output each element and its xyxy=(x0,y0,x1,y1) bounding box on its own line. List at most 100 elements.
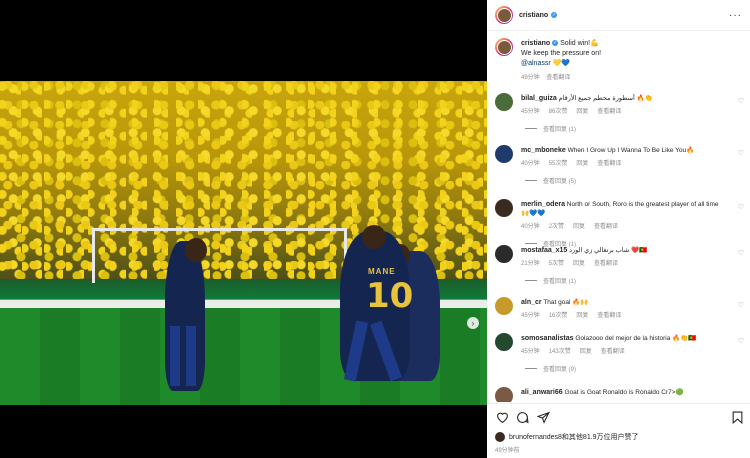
comment-like-heart-icon[interactable]: ♡ xyxy=(738,149,744,157)
comment-like-heart-icon[interactable]: ♡ xyxy=(738,203,744,211)
caption-translate-link[interactable]: 查看翻译 xyxy=(546,75,570,81)
like-button[interactable] xyxy=(495,410,509,424)
comment-meta: 45分钟 86次赞 回复 查看翻译 xyxy=(521,106,621,115)
commenter-avatar[interactable] xyxy=(495,199,513,217)
comment-likes[interactable]: 5次赞 xyxy=(549,258,564,267)
commenter-avatar[interactable] xyxy=(495,387,513,402)
comment-like-heart-icon[interactable]: ♡ xyxy=(738,249,744,257)
comment-meta: 21分钟 5次赞 回复 查看翻译 xyxy=(521,258,618,267)
goal-frame xyxy=(92,228,347,283)
comments-list[interactable]: cristiano ✓ Solid win!💪 We keep the pres… xyxy=(487,31,750,402)
caption-emoji: 💛💙 xyxy=(552,60,571,67)
reply-button[interactable]: 回复 xyxy=(580,346,592,355)
comment-likes[interactable]: 2次赞 xyxy=(549,221,564,230)
comment-meta: 45分钟 143次赞 回复 查看翻译 xyxy=(521,346,625,355)
comment-time: 45分钟 xyxy=(521,349,540,355)
translate-link[interactable]: 查看翻译 xyxy=(597,310,621,319)
commenter-avatar[interactable] xyxy=(495,145,513,163)
comment-time: 45分钟 xyxy=(521,313,540,319)
reply-button[interactable]: 回复 xyxy=(573,258,585,267)
view-replies-label: 查看回复 (9) xyxy=(543,367,577,373)
view-replies-button[interactable]: 查看回复 (1) xyxy=(525,124,576,133)
comment-text: شاب برتغالي زي الورد ❤️🇵🇹 xyxy=(569,247,648,254)
comments-panel: cristiano ✓ ··· cristiano ✓ Solid win!💪 … xyxy=(487,0,750,458)
chevron-right-icon: › xyxy=(471,318,475,328)
commenter-username[interactable]: merlin_odera xyxy=(521,201,565,208)
comment-meta: 40分钟 55次赞 回复 查看翻译 xyxy=(521,158,621,167)
post-media[interactable]: MANE 10 › xyxy=(0,81,487,405)
heart-icon xyxy=(496,412,508,423)
comment-likes[interactable]: 86次赞 xyxy=(549,106,568,115)
player-leg xyxy=(186,326,196,386)
translate-link[interactable]: 查看翻译 xyxy=(594,221,618,230)
commenter-username[interactable]: somosanalistas xyxy=(521,335,574,342)
translate-link[interactable]: 查看翻译 xyxy=(601,346,625,355)
bookmark-icon xyxy=(732,411,742,424)
reply-button[interactable]: 回复 xyxy=(573,221,585,230)
comment-like-heart-icon[interactable]: ♡ xyxy=(738,337,744,345)
translate-link[interactable]: 查看翻译 xyxy=(597,106,621,115)
translate-link[interactable]: 查看翻译 xyxy=(594,258,618,267)
jersey-number: 10 xyxy=(366,276,414,316)
comment-button[interactable] xyxy=(515,410,529,424)
post-header: cristiano ✓ ··· xyxy=(487,0,750,31)
posted-time: 49分钟前 xyxy=(495,448,520,454)
view-replies-label: 查看回复 (5) xyxy=(543,179,577,185)
reply-button[interactable]: 回复 xyxy=(576,310,588,319)
verified-icon: ✓ xyxy=(551,12,558,18)
view-replies-button[interactable]: 查看回复 (1) xyxy=(525,276,576,285)
comment-body: mc_mboneke When I Grow Up I Wanna To Be … xyxy=(521,146,726,155)
caption-username[interactable]: cristiano xyxy=(521,40,550,47)
reply-button[interactable]: 回复 xyxy=(576,158,588,167)
comment-like-heart-icon[interactable]: ♡ xyxy=(738,97,744,105)
player-leg xyxy=(170,326,180,386)
caption-avatar[interactable] xyxy=(495,38,513,56)
comment-likes[interactable]: 55次赞 xyxy=(549,158,568,167)
view-replies-button[interactable]: 查看回复 (9) xyxy=(525,364,576,373)
translate-link[interactable]: 查看翻译 xyxy=(597,158,621,167)
caption-mention-link[interactable]: @alnassr xyxy=(521,60,551,67)
comment-body: merlin_odera North or South, Roro is the… xyxy=(521,200,726,218)
comment-likes[interactable]: 143次赞 xyxy=(549,346,571,355)
comment-meta: 40分钟 2次赞 回复 查看翻译 xyxy=(521,221,618,230)
likes-summary[interactable]: brunofernandes8和其他81.9万位用户赞了 xyxy=(495,432,639,442)
commenter-avatar[interactable] xyxy=(495,333,513,351)
comment-meta: 45分钟 16次赞 回复 查看翻译 xyxy=(521,310,621,319)
replies-divider xyxy=(525,243,537,244)
comment-body: mostafaa_x15 شاب برتغالي زي الورد ❤️🇵🇹 xyxy=(521,246,726,255)
comment-text: When I Grow Up I Wanna To Be Like You🔥 xyxy=(567,147,695,154)
commenter-username[interactable]: bilal_guiza xyxy=(521,95,557,102)
author-username[interactable]: cristiano xyxy=(519,12,548,19)
commenter-avatar[interactable] xyxy=(495,93,513,111)
comment-like-heart-icon[interactable]: ♡ xyxy=(738,301,744,309)
commenter-avatar[interactable] xyxy=(495,245,513,263)
comment-body: ali_anwari66 Goat is Goat Ronaldo is Ron… xyxy=(521,388,726,397)
carousel-next-button[interactable]: › xyxy=(467,317,479,329)
commenter-username[interactable]: mc_mboneke xyxy=(521,147,566,154)
comment-text: أسطورة محطم جميع الأرقام 🔥👏 xyxy=(558,95,653,102)
commenter-username[interactable]: mostafaa_x15 xyxy=(521,247,567,254)
author-avatar[interactable] xyxy=(495,6,513,24)
view-replies-button[interactable]: 查看回复 (5) xyxy=(525,176,576,185)
share-button[interactable] xyxy=(536,410,550,424)
action-bar xyxy=(487,403,750,431)
commenter-username[interactable]: aln_cr xyxy=(521,299,542,306)
replies-divider xyxy=(525,128,537,129)
reply-button[interactable]: 回复 xyxy=(576,106,588,115)
view-replies-label: 查看回复 (1) xyxy=(543,127,577,133)
post-caption: cristiano ✓ Solid win!💪 We keep the pres… xyxy=(487,31,750,86)
save-button[interactable] xyxy=(730,410,744,424)
replies-divider xyxy=(525,280,537,281)
likes-text: brunofernandes8和其他81.9万位用户赞了 xyxy=(509,434,639,441)
replies-divider xyxy=(525,180,537,181)
liker-avatar xyxy=(495,432,505,442)
player-head xyxy=(362,225,386,249)
comment-time: 21分钟 xyxy=(521,261,540,267)
more-options-button[interactable]: ··· xyxy=(729,10,742,21)
comment-likes[interactable]: 16次赞 xyxy=(549,310,568,319)
commenter-username[interactable]: ali_anwari66 xyxy=(521,389,563,396)
commenter-avatar[interactable] xyxy=(495,297,513,315)
comment-time: 40分钟 xyxy=(521,161,540,167)
comment-body: somosanalistas Golazooo del mejor de la … xyxy=(521,334,726,343)
comment-time: 40分钟 xyxy=(521,224,540,230)
